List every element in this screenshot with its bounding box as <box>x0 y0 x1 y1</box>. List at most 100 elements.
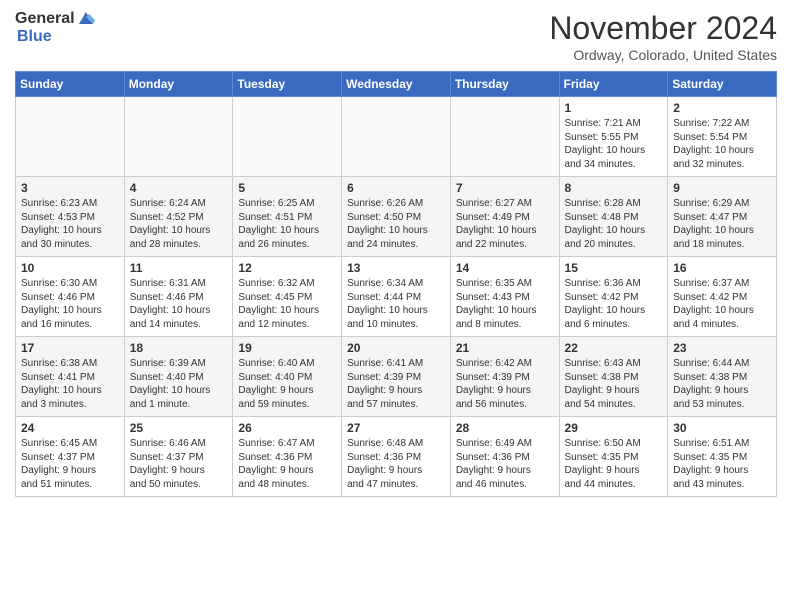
day-info: Sunrise: 6:35 AM Sunset: 4:43 PM Dayligh… <box>456 277 554 331</box>
day-info: Sunrise: 6:32 AM Sunset: 4:45 PM Dayligh… <box>238 277 336 331</box>
calendar-cell: 5Sunrise: 6:25 AM Sunset: 4:51 PM Daylig… <box>233 177 342 257</box>
calendar-cell: 19 Sunrise: 6:40 AM Sunset: 4:40 PM Dayli… <box>233 337 342 417</box>
day-number: 27 <box>347 421 445 435</box>
day-number: 23 <box>673 341 771 355</box>
calendar-cell: 1 Sunrise: 7:21 AM Sunset: 5:55 PM Daylig… <box>559 97 668 177</box>
day-info: Sunrise: 6:50 AM Sunset: 4:35 PM Dayligh… <box>565 437 663 491</box>
calendar-cell <box>450 97 559 177</box>
day-number: 15 <box>565 261 663 275</box>
weekday-header: Friday <box>559 72 668 97</box>
page-header: General Blue November 2024 Ordway, Color… <box>15 10 777 63</box>
day-info: Sunrise: 6:51 AM Sunset: 4:35 PM Dayligh… <box>673 437 771 491</box>
calendar-cell: 7 Sunrise: 6:27 AM Sunset: 4:49 PM Daylig… <box>450 177 559 257</box>
calendar-cell: 26 Sunrise: 6:47 AM Sunset: 4:36 PM Dayli… <box>233 417 342 497</box>
day-info: Sunrise: 6:27 AM Sunset: 4:49 PM Dayligh… <box>456 197 554 251</box>
calendar-week-row: 17Sunrise: 6:38 AM Sunset: 4:41 PM Dayli… <box>16 337 777 417</box>
location-subtitle: Ordway, Colorado, United States <box>549 47 777 63</box>
calendar-cell <box>233 97 342 177</box>
calendar-cell: 28Sunrise: 6:49 AM Sunset: 4:36 PM Dayli… <box>450 417 559 497</box>
calendar-week-row: 1 Sunrise: 7:21 AM Sunset: 5:55 PM Daylig… <box>16 97 777 177</box>
calendar-cell <box>342 97 451 177</box>
calendar-cell: 30Sunrise: 6:51 AM Sunset: 4:35 PM Dayli… <box>668 417 777 497</box>
month-title: November 2024 <box>549 10 777 47</box>
title-block: November 2024 Ordway, Colorado, United S… <box>549 10 777 63</box>
day-info: Sunrise: 6:37 AM Sunset: 4:42 PM Dayligh… <box>673 277 771 331</box>
calendar-cell: 17Sunrise: 6:38 AM Sunset: 4:41 PM Dayli… <box>16 337 125 417</box>
calendar-week-row: 24 Sunrise: 6:45 AM Sunset: 4:37 PM Dayli… <box>16 417 777 497</box>
weekday-header: Thursday <box>450 72 559 97</box>
day-number: 8 <box>565 181 663 195</box>
day-number: 18 <box>130 341 228 355</box>
day-number: 22 <box>565 341 663 355</box>
day-info: Sunrise: 6:41 AM Sunset: 4:39 PM Dayligh… <box>347 357 445 411</box>
calendar-week-row: 3 Sunrise: 6:23 AM Sunset: 4:53 PM Daylig… <box>16 177 777 257</box>
day-info: Sunrise: 6:46 AM Sunset: 4:37 PM Dayligh… <box>130 437 228 491</box>
day-number: 10 <box>21 261 119 275</box>
calendar-table: SundayMondayTuesdayWednesdayThursdayFrid… <box>15 71 777 497</box>
day-number: 19 <box>238 341 336 355</box>
day-number: 21 <box>456 341 554 355</box>
calendar-cell <box>124 97 233 177</box>
day-info: Sunrise: 6:45 AM Sunset: 4:37 PM Dayligh… <box>21 437 119 491</box>
calendar-cell: 27 Sunrise: 6:48 AM Sunset: 4:36 PM Dayli… <box>342 417 451 497</box>
calendar-cell: 3 Sunrise: 6:23 AM Sunset: 4:53 PM Daylig… <box>16 177 125 257</box>
calendar-cell: 12 Sunrise: 6:32 AM Sunset: 4:45 PM Dayli… <box>233 257 342 337</box>
calendar-cell: 11 Sunrise: 6:31 AM Sunset: 4:46 PM Dayli… <box>124 257 233 337</box>
day-number: 20 <box>347 341 445 355</box>
calendar-cell: 20 Sunrise: 6:41 AM Sunset: 4:39 PM Dayli… <box>342 337 451 417</box>
calendar-cell: 4 Sunrise: 6:24 AM Sunset: 4:52 PM Daylig… <box>124 177 233 257</box>
day-number: 7 <box>456 181 554 195</box>
day-number: 16 <box>673 261 771 275</box>
weekday-header: Tuesday <box>233 72 342 97</box>
calendar-cell: 21 Sunrise: 6:42 AM Sunset: 4:39 PM Dayli… <box>450 337 559 417</box>
day-number: 9 <box>673 181 771 195</box>
day-info: Sunrise: 7:21 AM Sunset: 5:55 PM Dayligh… <box>565 117 663 171</box>
day-info: Sunrise: 6:23 AM Sunset: 4:53 PM Dayligh… <box>21 197 119 251</box>
calendar-cell: 24 Sunrise: 6:45 AM Sunset: 4:37 PM Dayli… <box>16 417 125 497</box>
day-number: 1 <box>565 101 663 115</box>
calendar-cell: 2 Sunrise: 7:22 AM Sunset: 5:54 PM Daylig… <box>668 97 777 177</box>
calendar-cell: 16 Sunrise: 6:37 AM Sunset: 4:42 PM Dayli… <box>668 257 777 337</box>
weekday-header: Wednesday <box>342 72 451 97</box>
calendar-cell: 22Sunrise: 6:43 AM Sunset: 4:38 PM Dayli… <box>559 337 668 417</box>
day-info: Sunrise: 6:48 AM Sunset: 4:36 PM Dayligh… <box>347 437 445 491</box>
weekday-header-row: SundayMondayTuesdayWednesdayThursdayFrid… <box>16 72 777 97</box>
day-info: Sunrise: 6:40 AM Sunset: 4:40 PM Dayligh… <box>238 357 336 411</box>
day-number: 24 <box>21 421 119 435</box>
logo-icon <box>77 10 95 28</box>
day-info: Sunrise: 6:42 AM Sunset: 4:39 PM Dayligh… <box>456 357 554 411</box>
day-info: Sunrise: 6:34 AM Sunset: 4:44 PM Dayligh… <box>347 277 445 331</box>
day-info: Sunrise: 6:31 AM Sunset: 4:46 PM Dayligh… <box>130 277 228 331</box>
calendar-cell: 23Sunrise: 6:44 AM Sunset: 4:38 PM Dayli… <box>668 337 777 417</box>
calendar-cell: 10Sunrise: 6:30 AM Sunset: 4:46 PM Dayli… <box>16 257 125 337</box>
logo-blue-text: Blue <box>17 28 52 46</box>
weekday-header: Monday <box>124 72 233 97</box>
day-number: 25 <box>130 421 228 435</box>
weekday-header: Sunday <box>16 72 125 97</box>
day-info: Sunrise: 6:36 AM Sunset: 4:42 PM Dayligh… <box>565 277 663 331</box>
calendar-cell: 14 Sunrise: 6:35 AM Sunset: 4:43 PM Dayli… <box>450 257 559 337</box>
logo: General Blue <box>15 10 95 46</box>
calendar-cell: 29 Sunrise: 6:50 AM Sunset: 4:35 PM Dayli… <box>559 417 668 497</box>
day-info: Sunrise: 6:47 AM Sunset: 4:36 PM Dayligh… <box>238 437 336 491</box>
calendar-cell: 6Sunrise: 6:26 AM Sunset: 4:50 PM Daylig… <box>342 177 451 257</box>
day-info: Sunrise: 7:22 AM Sunset: 5:54 PM Dayligh… <box>673 117 771 171</box>
day-number: 2 <box>673 101 771 115</box>
logo-general-text: General <box>15 10 75 28</box>
day-number: 29 <box>565 421 663 435</box>
calendar-cell <box>16 97 125 177</box>
calendar-week-row: 10Sunrise: 6:30 AM Sunset: 4:46 PM Dayli… <box>16 257 777 337</box>
weekday-header: Saturday <box>668 72 777 97</box>
day-number: 12 <box>238 261 336 275</box>
day-info: Sunrise: 6:25 AM Sunset: 4:51 PM Dayligh… <box>238 197 336 251</box>
day-number: 14 <box>456 261 554 275</box>
day-number: 3 <box>21 181 119 195</box>
calendar-cell: 25 Sunrise: 6:46 AM Sunset: 4:37 PM Dayli… <box>124 417 233 497</box>
day-info: Sunrise: 6:29 AM Sunset: 4:47 PM Dayligh… <box>673 197 771 251</box>
day-number: 6 <box>347 181 445 195</box>
day-number: 17 <box>21 341 119 355</box>
day-number: 11 <box>130 261 228 275</box>
day-number: 26 <box>238 421 336 435</box>
day-number: 4 <box>130 181 228 195</box>
day-info: Sunrise: 6:24 AM Sunset: 4:52 PM Dayligh… <box>130 197 228 251</box>
